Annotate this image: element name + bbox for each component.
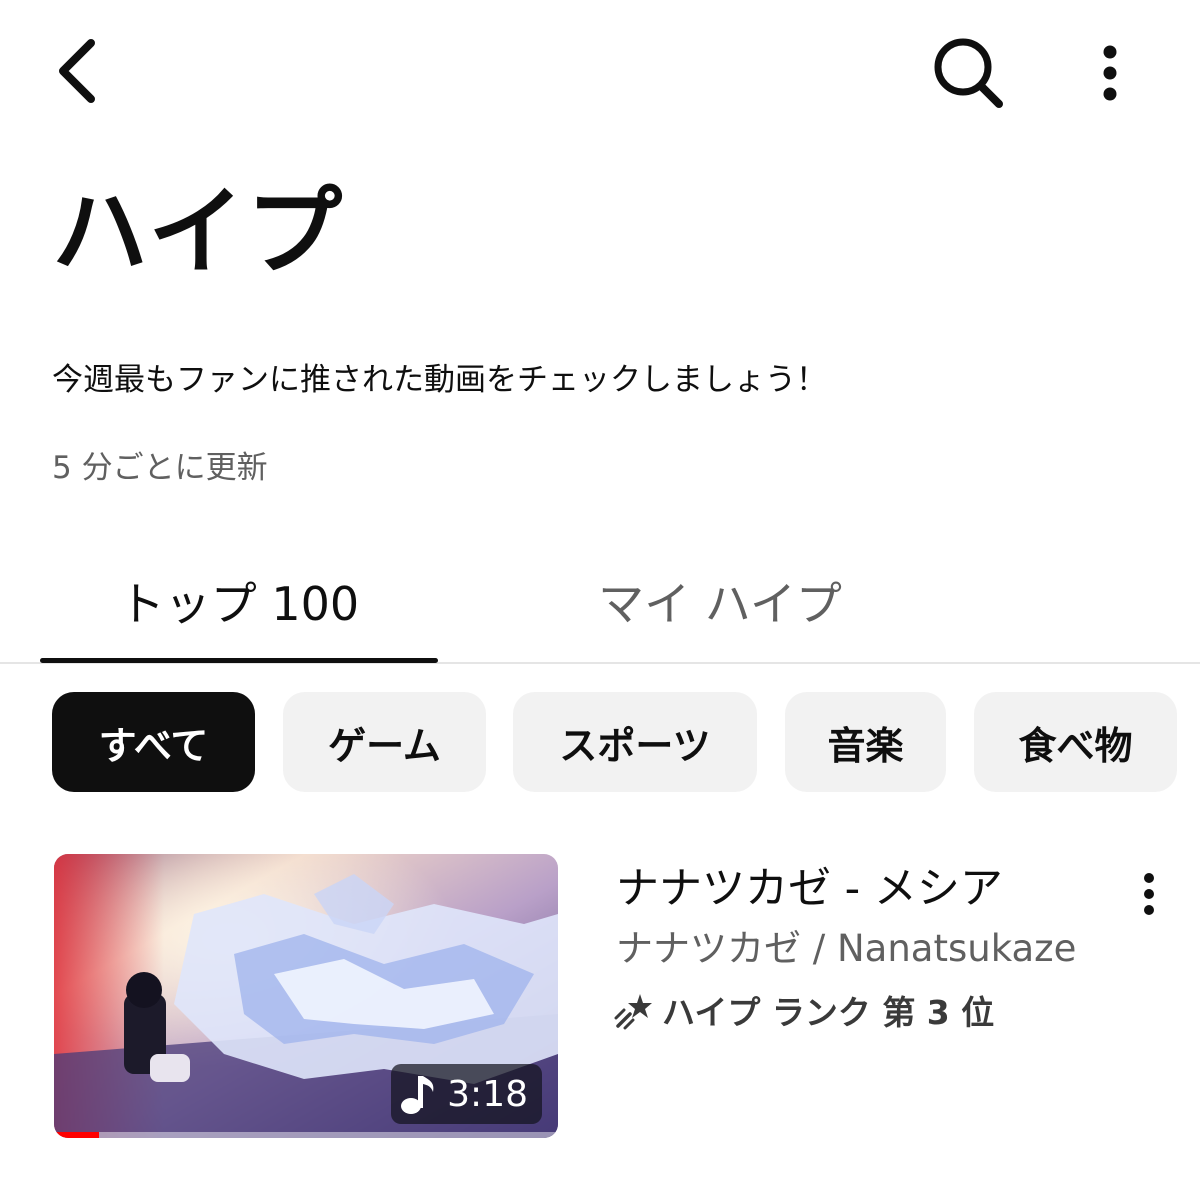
back-button[interactable] (40, 30, 112, 110)
more-vertical-icon (1144, 873, 1154, 915)
chip-label: ゲーム (328, 723, 441, 768)
duration-text: 3:18 (447, 1073, 528, 1115)
tab-my-hype[interactable]: マイ ハイプ (520, 540, 920, 662)
chip-gaming[interactable]: ゲーム (283, 692, 486, 792)
more-options-button[interactable] (1080, 30, 1140, 116)
duration-badge: 3:18 (391, 1064, 542, 1124)
chip-label: スポーツ (559, 723, 711, 768)
chip-sports[interactable]: スポーツ (513, 692, 757, 792)
chip-label: 食べ物 (1018, 723, 1133, 768)
chip-all[interactable]: すべて (52, 692, 255, 792)
top-app-bar (0, 0, 1200, 140)
chip-food[interactable]: 食べ物 (974, 692, 1177, 792)
search-icon (934, 38, 1003, 108)
video-thumbnail[interactable]: 3:18 (54, 854, 558, 1138)
tab-top-100[interactable]: トップ 100 (40, 540, 438, 663)
page-description: 今週最もファンに推された動画をチェックしましょう！ (52, 362, 827, 398)
chip-music[interactable]: 音楽 (785, 692, 946, 792)
tab-label: トップ 100 (118, 577, 360, 631)
chip-label: 音楽 (827, 723, 904, 768)
channel-name[interactable]: ナナツカゼ / Nanatsukaze (616, 918, 1076, 972)
watch-progress-fill (54, 1132, 100, 1138)
tab-bar: トップ 100 マイ ハイプ (0, 540, 1200, 664)
watch-progress-bar (54, 1132, 558, 1138)
shooting-star-icon (614, 994, 652, 1030)
hype-rank: ハイプ ランク 第 3 位 (614, 986, 994, 1034)
page-title: ハイプ (52, 176, 345, 288)
video-title[interactable]: ナナツカゼ - メシア (616, 854, 1003, 916)
more-vertical-icon (1103, 45, 1117, 101)
video-list-item[interactable]: 3:18 ナナツカゼ - メシア ナナツカゼ / Nanatsukaze ハイプ… (0, 840, 1200, 1150)
music-note-icon (401, 1076, 434, 1114)
chip-label: すべて (98, 723, 209, 768)
tab-label: マイ ハイプ (598, 577, 842, 631)
search-button[interactable] (924, 30, 1014, 116)
hype-rank-text: ハイプ ランク 第 3 位 (662, 993, 995, 1032)
update-frequency-note: 5 分ごとに更新 (52, 450, 268, 486)
tab-selected-indicator (40, 658, 438, 663)
video-more-options-button[interactable] (1126, 854, 1172, 934)
chevron-left-icon (59, 39, 95, 103)
